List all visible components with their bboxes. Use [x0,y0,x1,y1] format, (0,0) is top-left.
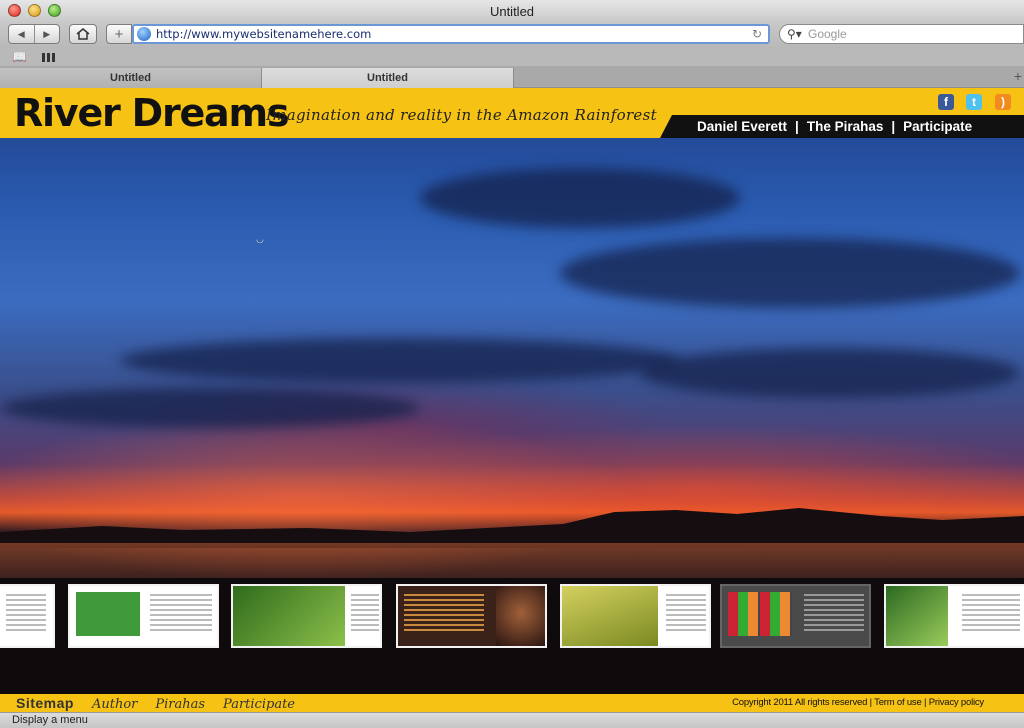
site-logo-title[interactable]: River Dreams [14,91,290,135]
web-page: ◡ River Dreams Imagination and reality i… [0,88,1024,712]
moon-icon: ◡ [256,234,264,244]
thumbnail-spread-7[interactable] [884,584,1024,648]
river-reflection [0,543,1024,583]
site-header: River Dreams Imagination and reality in … [0,88,1024,138]
globe-icon [137,27,151,41]
twitter-icon[interactable]: t [966,94,982,110]
thumbnail-spread-4[interactable] [396,584,547,648]
nav-separator: | [795,119,799,134]
thumbnail-spread-1[interactable] [0,584,55,648]
search-placeholder: Google [808,27,847,41]
thumbnail-spread-2[interactable] [68,584,219,648]
reload-icon[interactable]: ↻ [752,26,762,42]
back-arrow-icon[interactable]: ◀ [9,25,35,43]
main-nav: Daniel Everett | The Pirahas | Participa… [697,119,972,134]
site-tagline: Imagination and reality in the Amazon Ra… [266,106,657,124]
site-footer: Sitemap Author Pirahas Participate Copyr… [0,694,1024,712]
url-text: http://www.mywebsitenamehere.com [156,27,372,41]
nav-separator: | [891,119,896,134]
forward-arrow-icon[interactable]: ▶ [35,25,60,43]
window-title: Untitled [489,4,535,19]
nav-daniel-everett[interactable]: Daniel Everett [697,119,787,134]
bookmarks-book-icon[interactable]: 📖 [12,50,27,64]
footer-link-author[interactable]: Author [92,697,137,712]
home-icon [76,28,90,40]
back-forward-buttons: ◀ ▶ [8,24,60,44]
thumbnail-spread-5[interactable] [560,584,711,648]
tab-1[interactable]: Untitled [0,68,262,88]
top-sites-grid-icon[interactable] [42,53,56,62]
nav-participate[interactable]: Participate [903,119,972,134]
footer-link-pirahas[interactable]: Pirahas [155,697,205,712]
nav-the-pirahas[interactable]: The Pirahas [807,119,884,134]
address-bar[interactable]: http://www.mywebsitenamehere.com ↻ [132,24,770,44]
footer-nav: Sitemap Author Pirahas Participate [16,695,295,712]
treeline-silhouette [0,508,1024,548]
window-titlebar: Untitled [0,0,1024,22]
rss-icon[interactable]: ) [995,94,1011,110]
browser-toolbar: ◀ ▶ + http://www.mywebsitenamehere.com ↻… [0,22,1024,48]
search-icon: ⚲▾ [787,27,802,41]
tab-bar: Untitled Untitled + [0,66,1024,88]
search-input[interactable]: ⚲▾ Google [779,24,1024,44]
thumbnail-spread-6[interactable] [720,584,871,648]
thumbnail-spread-3[interactable] [231,584,382,648]
new-tab-plus-icon[interactable]: + [1014,68,1022,84]
thumbnail-strip [0,584,1024,648]
browser-status-bar: Display a menu [0,712,1024,728]
tab-2[interactable]: Untitled [262,68,514,88]
footer-legal[interactable]: Copyright 2011 All rights reserved | Ter… [732,697,984,708]
footer-link-participate[interactable]: Participate [223,697,295,712]
add-bookmark-button[interactable]: + [106,24,132,44]
bookmarks-bar: 📖 [0,48,1024,66]
facebook-icon[interactable]: f [938,94,954,110]
footer-sitemap-label[interactable]: Sitemap [16,695,74,711]
home-button[interactable] [69,24,97,44]
